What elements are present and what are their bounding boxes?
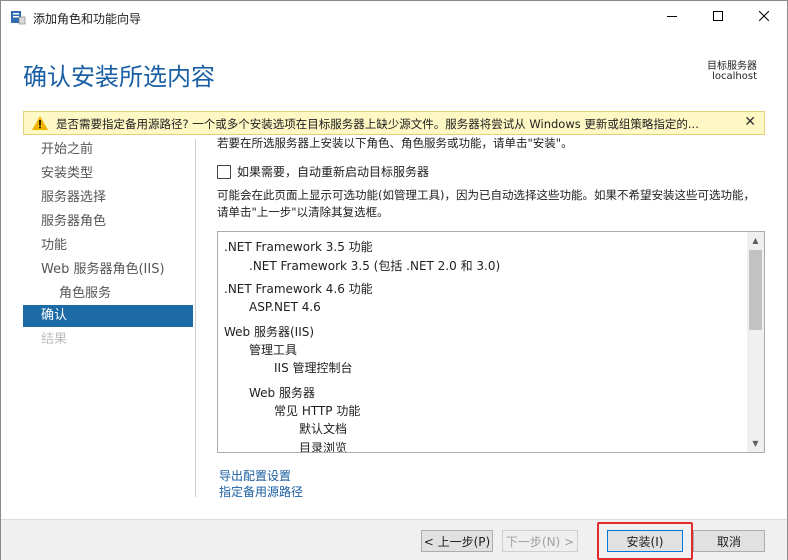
scroll-down-icon[interactable]: ▼ [747, 435, 764, 452]
list-item: .NET Framework 4.6 功能 [224, 282, 373, 296]
minimize-icon [667, 10, 677, 24]
nav-item-server-selection[interactable]: 服务器选择 [23, 187, 193, 209]
intro-text: 若要在所选服务器上安装以下角色、角色服务或功能，请单击"安装"。 [217, 136, 573, 150]
wizard-window: 添加角色和功能向导 确认安装所选内容 目标服务器 localhost 是否需要指… [0, 0, 788, 560]
list-item: IIS 管理控制台 [274, 361, 353, 375]
next-button: 下一步(N) > [502, 530, 578, 552]
restart-label[interactable]: 如果需要，自动重新启动目标服务器 [237, 163, 429, 180]
server-manager-icon [10, 9, 26, 25]
warning-close-icon[interactable]: ✕ [744, 114, 756, 130]
list-item: 管理工具 [249, 343, 298, 357]
list-scrollbar[interactable]: ▲ ▼ [747, 232, 764, 452]
install-button[interactable]: 安装(I) [607, 530, 683, 552]
nav-item-results: 结果 [41, 332, 68, 347]
alternate-source-link[interactable]: 指定备用源路径 [219, 483, 303, 500]
minimize-button[interactable] [649, 1, 695, 33]
list-item: 目录浏览 [299, 441, 348, 453]
target-server-value: localhost [712, 71, 757, 82]
list-item: .NET Framework 3.5 功能 [224, 240, 373, 254]
warning-text: 是否需要指定备用源路径? 一个或多个安装选项在目标服务器上缺少源文件。服务器将尝… [56, 117, 699, 131]
maximize-button[interactable] [695, 1, 741, 33]
nav-item-features[interactable]: 功能 [23, 235, 193, 257]
restart-checkbox[interactable] [217, 165, 231, 179]
wizard-footer: < 上一步(P) 下一步(N) > 安装(I) 取消 [1, 519, 787, 560]
list-item: 默认文档 [299, 422, 348, 436]
list-item: Web 服务器 [249, 386, 315, 400]
warning-icon [32, 116, 48, 130]
selection-list[interactable]: .NET Framework 3.5 功能 .NET Framework 3.5… [217, 231, 765, 453]
list-item: .NET Framework 3.5 (包括 .NET 2.0 和 3.0) [249, 259, 501, 273]
list-item: ASP.NET 4.6 [249, 300, 321, 314]
nav-item-installation-type[interactable]: 安装类型 [23, 163, 193, 185]
close-button[interactable] [741, 1, 787, 33]
list-item: 常见 HTTP 功能 [274, 404, 361, 418]
export-config-link[interactable]: 导出配置设置 [219, 467, 291, 484]
nav-item-server-roles[interactable]: 服务器角色 [23, 211, 193, 233]
nav-item-web-server-role[interactable]: Web 服务器角色(IIS) [23, 259, 193, 281]
nav-divider [195, 139, 196, 497]
nav-item-before-you-begin[interactable]: 开始之前 [23, 139, 193, 161]
nav-item-confirmation[interactable]: 确认 [23, 305, 193, 327]
warning-bar[interactable]: 是否需要指定备用源路径? 一个或多个安装选项在目标服务器上缺少源文件。服务器将尝… [23, 111, 765, 135]
target-server-label: 目标服务器 [707, 61, 757, 72]
optional-features-info: 可能会在此页面上显示可选功能(如管理工具)，因为已自动选择这些功能。如果不希望安… [217, 188, 755, 219]
nav-item-role-services[interactable]: 角色服务 [23, 283, 193, 305]
scroll-thumb[interactable] [749, 250, 762, 330]
title-bar: 添加角色和功能向导 [1, 1, 787, 33]
close-icon [758, 10, 770, 24]
list-item: Web 服务器(IIS) [224, 325, 315, 339]
scroll-up-icon[interactable]: ▲ [747, 232, 764, 249]
window-title: 添加角色和功能向导 [33, 12, 142, 26]
page-title: 确认安装所选内容 [23, 63, 215, 91]
previous-button[interactable]: < 上一步(P) [421, 530, 493, 552]
maximize-icon [713, 10, 723, 24]
cancel-button[interactable]: 取消 [693, 530, 765, 552]
